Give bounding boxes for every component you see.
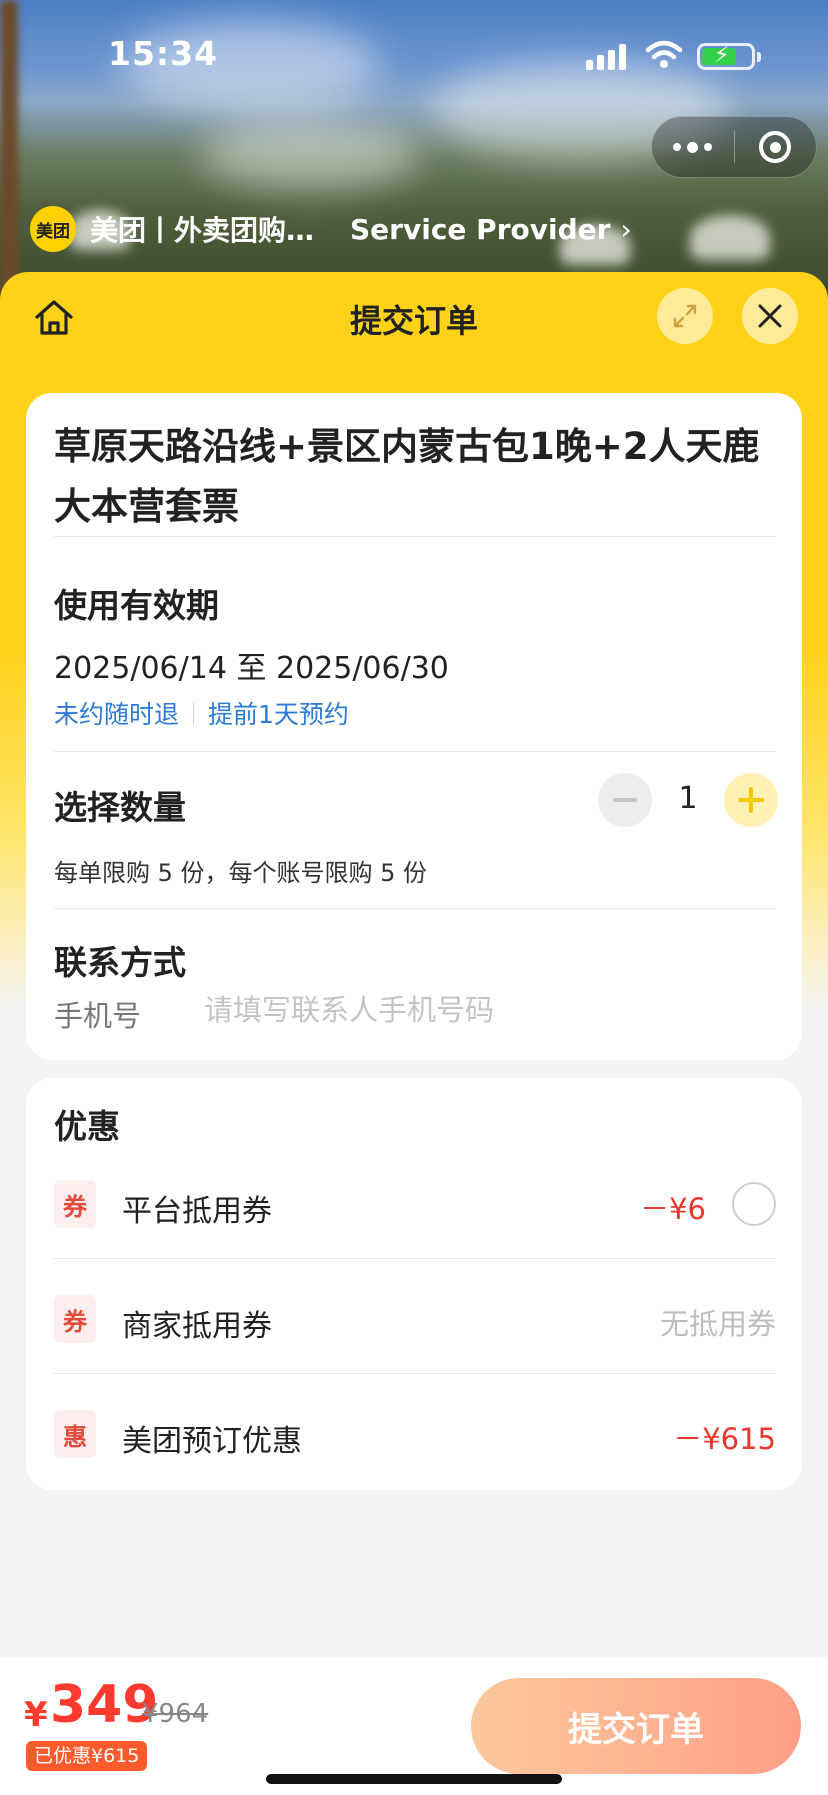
- submit-order-button[interactable]: 提交订单: [471, 1678, 801, 1774]
- status-bar: 15:34 ⚡: [0, 0, 828, 110]
- phone-input[interactable]: [204, 987, 764, 1033]
- home-indicator: [266, 1774, 562, 1784]
- quantity-value: 1: [678, 781, 698, 816]
- product-title: 草原天路沿线+景区内蒙古包1晚+2人天鹿大本营套票: [54, 425, 760, 528]
- expand-icon: [673, 304, 697, 328]
- decrease-quantity-button[interactable]: [598, 773, 652, 827]
- chevron-right-icon: ›: [620, 212, 632, 246]
- discount-badge: 惠: [54, 1410, 96, 1458]
- promo-row-platform-coupon[interactable]: 券 平台抵用券 －¥6: [54, 1178, 776, 1238]
- battery-charging-icon: ⚡: [697, 43, 761, 70]
- order-sheet: 提交订单 草原天路沿线+景区内蒙古包1晚+2人天鹿大本营套票 使用有效期 202…: [0, 272, 828, 1795]
- coupon-badge: 券: [54, 1180, 96, 1228]
- currency-symbol: ¥: [24, 1695, 48, 1735]
- minus-icon: [613, 798, 637, 802]
- provider-name: 美团丨外卖团购…: [90, 214, 315, 247]
- promo-label: 平台抵用券: [122, 1194, 272, 1229]
- expand-button[interactable]: [657, 288, 713, 344]
- purchase-limit-note: 每单限购 5 份，每个账号限购 5 份: [54, 859, 428, 887]
- tag-refund: 未约随时退: [54, 700, 180, 729]
- promo-row-booking-discount: 惠 美团预订优惠 －¥615: [54, 1408, 776, 1468]
- tag-reservation: 提前1天预约: [208, 700, 349, 729]
- close-icon: [758, 304, 782, 328]
- validity-tags: 未约随时退 提前1天预约: [54, 695, 349, 731]
- phone-label: 手机号: [54, 999, 142, 1033]
- promo-label: 美团预订优惠: [122, 1424, 302, 1459]
- more-dots-icon[interactable]: [652, 117, 734, 177]
- quantity-title: 选择数量: [54, 788, 186, 827]
- promotions-title: 优惠: [54, 1107, 120, 1146]
- order-details-card: 草原天路沿线+景区内蒙古包1晚+2人天鹿大本营套票 使用有效期 2025/06/…: [26, 393, 802, 1060]
- increase-quantity-button[interactable]: [724, 773, 778, 827]
- validity-dates: 2025/06/14 至 2025/06/30: [54, 651, 449, 686]
- close-button[interactable]: [742, 288, 798, 344]
- service-provider-bar[interactable]: 美团 美团丨外卖团购… Service Provider ›: [30, 205, 632, 253]
- target-circle-icon[interactable]: [735, 117, 817, 177]
- wifi-icon: [646, 40, 682, 68]
- contact-title: 联系方式: [54, 943, 186, 982]
- promo-amount: －¥6: [640, 1192, 706, 1226]
- promo-amount: －¥615: [673, 1422, 776, 1456]
- cellular-signal-icon: [586, 44, 628, 70]
- meituan-logo: 美团: [30, 206, 76, 252]
- coupon-select-radio[interactable]: [732, 1182, 776, 1226]
- status-time: 15:34: [108, 34, 219, 73]
- mini-program-capsule: [651, 116, 817, 178]
- validity-title: 使用有效期: [54, 586, 219, 625]
- promo-label: 商家抵用券: [122, 1309, 272, 1344]
- saved-amount-badge: 已优惠¥615: [26, 1741, 148, 1771]
- promotions-card: 优惠 券 平台抵用券 －¥6 券 商家抵用券 无抵用券 惠 美团预订优惠 －¥6…: [26, 1078, 802, 1490]
- quantity-stepper: 1: [598, 773, 778, 827]
- coupon-badge: 券: [54, 1295, 96, 1343]
- promo-status: 无抵用券: [659, 1307, 776, 1341]
- original-price: ¥964: [142, 1699, 209, 1729]
- sheet-header: 提交订单: [0, 272, 828, 362]
- service-provider-link[interactable]: Service Provider: [350, 213, 610, 246]
- promo-row-merchant-coupon[interactable]: 券 商家抵用券 无抵用券: [54, 1293, 776, 1353]
